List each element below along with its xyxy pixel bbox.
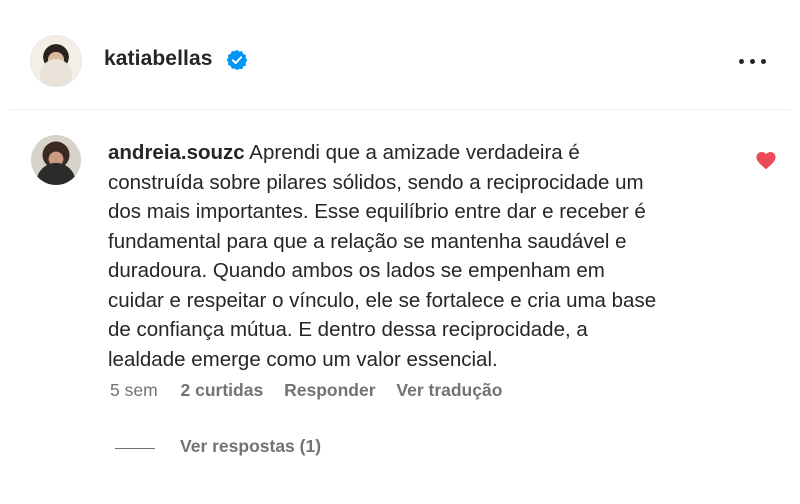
author-username[interactable]: katiabellas [104, 47, 213, 71]
translate-button[interactable]: Ver tradução [396, 380, 502, 400]
header-divider [10, 109, 790, 110]
comment-meta: 5 sem 2 curtidas Responder Ver tradução [110, 380, 518, 401]
comment-line-7: de confiança mútua. E dentro dessa recip… [108, 318, 588, 341]
comment-text: Aprendi que a amizade verdadeira é [249, 141, 580, 164]
like-heart-icon[interactable] [755, 150, 777, 170]
view-replies-button[interactable]: Ver respostas (1) [180, 436, 321, 457]
comment-line-6: cuidar e respeitar o vínculo, ele se for… [108, 288, 657, 312]
comment-line-1: andreia.souzc Aprendi que a amizade verd… [108, 138, 728, 168]
likes-count-button[interactable]: 2 curtidas [181, 380, 264, 400]
more-options-icon[interactable] [739, 54, 767, 68]
reply-button[interactable]: Responder [284, 380, 375, 400]
comment-line-5: duradoura. Quando ambos os lados se empe… [108, 259, 605, 282]
comment-body: andreia.souzc Aprendi que a amizade verd… [108, 138, 728, 374]
author-avatar[interactable] [30, 35, 82, 87]
comment-line-2: construída sobre pilares sólidos, sendo … [108, 170, 644, 194]
comment-line-3: dos mais importantes. Esse equilíbrio en… [108, 200, 646, 223]
post-header: katiabellas [0, 0, 800, 110]
verified-badge-icon [226, 49, 248, 71]
replies-divider-line [115, 448, 155, 449]
comment-line-4: fundamental para que a relação se manten… [108, 229, 627, 253]
comment-time[interactable]: 5 sem [110, 380, 158, 400]
comment-author[interactable]: andreia.souzc [108, 141, 245, 164]
commenter-avatar[interactable] [31, 135, 81, 185]
comment-line-8: lealdade emerge como um valor essencial. [108, 347, 498, 371]
